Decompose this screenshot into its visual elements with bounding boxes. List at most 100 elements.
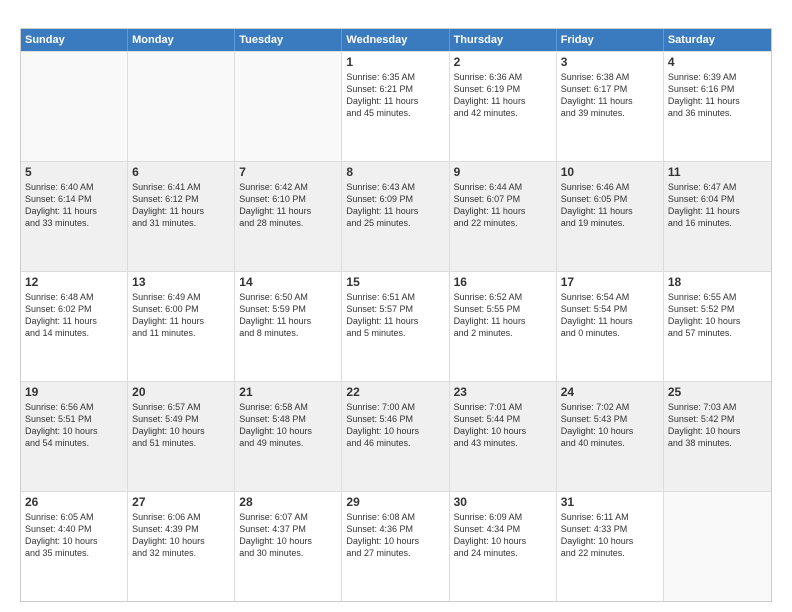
- cell-text: Sunrise: 6:44 AM Sunset: 6:07 PM Dayligh…: [454, 181, 552, 230]
- cell-text: Sunrise: 7:03 AM Sunset: 5:42 PM Dayligh…: [668, 401, 767, 450]
- weekday-header: Friday: [557, 29, 664, 51]
- calendar-cell: 30 Sunrise: 6:09 AM Sunset: 4:34 PM Dayli…: [450, 492, 557, 601]
- weekday-header: Tuesday: [235, 29, 342, 51]
- day-number: 11: [668, 165, 767, 179]
- calendar-cell: [664, 492, 771, 601]
- day-number: 15: [346, 275, 444, 289]
- day-number: 21: [239, 385, 337, 399]
- calendar-cell: 19 Sunrise: 6:56 AM Sunset: 5:51 PM Dayli…: [21, 382, 128, 491]
- calendar-cell: 28 Sunrise: 6:07 AM Sunset: 4:37 PM Dayli…: [235, 492, 342, 601]
- cell-text: Sunrise: 6:43 AM Sunset: 6:09 PM Dayligh…: [346, 181, 444, 230]
- cell-text: Sunrise: 6:48 AM Sunset: 6:02 PM Dayligh…: [25, 291, 123, 340]
- calendar-cell: 18Sunrise: 6:55 AM Sunset: 5:52 PM Dayli…: [664, 272, 771, 381]
- cell-text: Sunrise: 6:39 AM Sunset: 6:16 PM Dayligh…: [668, 71, 767, 120]
- calendar-cell: 3Sunrise: 6:38 AM Sunset: 6:17 PM Daylig…: [557, 52, 664, 161]
- day-number: 30: [454, 495, 552, 509]
- cell-text: Sunrise: 6:35 AM Sunset: 6:21 PM Dayligh…: [346, 71, 444, 120]
- cell-text: Sunrise: 6:40 AM Sunset: 6:14 PM Dayligh…: [25, 181, 123, 230]
- calendar-cell: 24 Sunrise: 7:02 AM Sunset: 5:43 PM Dayli…: [557, 382, 664, 491]
- calendar-cell: 6Sunrise: 6:41 AM Sunset: 6:12 PM Daylig…: [128, 162, 235, 271]
- cell-text: Sunrise: 7:02 AM Sunset: 5:43 PM Dayligh…: [561, 401, 659, 450]
- calendar-cell: 16 Sunrise: 6:52 AM Sunset: 5:55 PM Dayli…: [450, 272, 557, 381]
- day-number: 22: [346, 385, 444, 399]
- cell-text: Sunrise: 6:42 AM Sunset: 6:10 PM Dayligh…: [239, 181, 337, 230]
- cell-text: Sunrise: 6:36 AM Sunset: 6:19 PM Dayligh…: [454, 71, 552, 120]
- cell-text: Sunrise: 6:55 AM Sunset: 5:52 PM Dayligh…: [668, 291, 767, 340]
- day-number: 7: [239, 165, 337, 179]
- weekday-header: Sunday: [21, 29, 128, 51]
- day-number: 10: [561, 165, 659, 179]
- cell-text: Sunrise: 6:58 AM Sunset: 5:48 PM Dayligh…: [239, 401, 337, 450]
- calendar-row: 12Sunrise: 6:48 AM Sunset: 6:02 PM Dayli…: [21, 271, 771, 381]
- calendar-cell: 23 Sunrise: 7:01 AM Sunset: 5:44 PM Dayli…: [450, 382, 557, 491]
- day-number: 1: [346, 55, 444, 69]
- calendar-cell: 17 Sunrise: 6:54 AM Sunset: 5:54 PM Dayli…: [557, 272, 664, 381]
- cell-text: Sunrise: 6:52 AM Sunset: 5:55 PM Dayligh…: [454, 291, 552, 340]
- page: SundayMondayTuesdayWednesdayThursdayFrid…: [0, 0, 792, 612]
- calendar-cell: [21, 52, 128, 161]
- day-number: 20: [132, 385, 230, 399]
- cell-text: Sunrise: 6:06 AM Sunset: 4:39 PM Dayligh…: [132, 511, 230, 560]
- calendar-cell: 2 Sunrise: 6:36 AM Sunset: 6:19 PM Daylig…: [450, 52, 557, 161]
- day-number: 3: [561, 55, 659, 69]
- calendar-cell: [128, 52, 235, 161]
- calendar-row: 19 Sunrise: 6:56 AM Sunset: 5:51 PM Dayli…: [21, 381, 771, 491]
- calendar-cell: 7 Sunrise: 6:42 AM Sunset: 6:10 PM Daylig…: [235, 162, 342, 271]
- cell-text: Sunrise: 6:07 AM Sunset: 4:37 PM Dayligh…: [239, 511, 337, 560]
- calendar-cell: 9 Sunrise: 6:44 AM Sunset: 6:07 PM Daylig…: [450, 162, 557, 271]
- cell-text: Sunrise: 7:00 AM Sunset: 5:46 PM Dayligh…: [346, 401, 444, 450]
- calendar-cell: 10Sunrise: 6:46 AM Sunset: 6:05 PM Dayli…: [557, 162, 664, 271]
- day-number: 28: [239, 495, 337, 509]
- calendar-cell: 4 Sunrise: 6:39 AM Sunset: 6:16 PM Daylig…: [664, 52, 771, 161]
- weekday-header: Saturday: [664, 29, 771, 51]
- cell-text: Sunrise: 6:49 AM Sunset: 6:00 PM Dayligh…: [132, 291, 230, 340]
- weekday-header: Monday: [128, 29, 235, 51]
- day-number: 14: [239, 275, 337, 289]
- cell-text: Sunrise: 6:54 AM Sunset: 5:54 PM Dayligh…: [561, 291, 659, 340]
- calendar-cell: 20 Sunrise: 6:57 AM Sunset: 5:49 PM Dayli…: [128, 382, 235, 491]
- calendar-cell: 29Sunrise: 6:08 AM Sunset: 4:36 PM Dayli…: [342, 492, 449, 601]
- calendar-cell: 26 Sunrise: 6:05 AM Sunset: 4:40 PM Dayli…: [21, 492, 128, 601]
- calendar-cell: 1 Sunrise: 6:35 AM Sunset: 6:21 PM Daylig…: [342, 52, 449, 161]
- cell-text: Sunrise: 6:09 AM Sunset: 4:34 PM Dayligh…: [454, 511, 552, 560]
- day-number: 16: [454, 275, 552, 289]
- day-number: 9: [454, 165, 552, 179]
- calendar-row: 1 Sunrise: 6:35 AM Sunset: 6:21 PM Daylig…: [21, 51, 771, 161]
- day-number: 8: [346, 165, 444, 179]
- day-number: 25: [668, 385, 767, 399]
- day-number: 23: [454, 385, 552, 399]
- cell-text: Sunrise: 6:47 AM Sunset: 6:04 PM Dayligh…: [668, 181, 767, 230]
- calendar-cell: [235, 52, 342, 161]
- cell-text: Sunrise: 6:08 AM Sunset: 4:36 PM Dayligh…: [346, 511, 444, 560]
- cell-text: Sunrise: 6:05 AM Sunset: 4:40 PM Dayligh…: [25, 511, 123, 560]
- calendar-cell: 25 Sunrise: 7:03 AM Sunset: 5:42 PM Dayli…: [664, 382, 771, 491]
- cell-text: Sunrise: 6:57 AM Sunset: 5:49 PM Dayligh…: [132, 401, 230, 450]
- day-number: 4: [668, 55, 767, 69]
- calendar: SundayMondayTuesdayWednesdayThursdayFrid…: [20, 28, 772, 602]
- day-number: 19: [25, 385, 123, 399]
- day-number: 2: [454, 55, 552, 69]
- calendar-cell: 12Sunrise: 6:48 AM Sunset: 6:02 PM Dayli…: [21, 272, 128, 381]
- calendar-cell: 5 Sunrise: 6:40 AM Sunset: 6:14 PM Daylig…: [21, 162, 128, 271]
- calendar-row: 5 Sunrise: 6:40 AM Sunset: 6:14 PM Daylig…: [21, 161, 771, 271]
- calendar-header: SundayMondayTuesdayWednesdayThursdayFrid…: [21, 29, 771, 51]
- weekday-header: Thursday: [450, 29, 557, 51]
- calendar-cell: 14Sunrise: 6:50 AM Sunset: 5:59 PM Dayli…: [235, 272, 342, 381]
- weekday-header: Wednesday: [342, 29, 449, 51]
- calendar-cell: 21 Sunrise: 6:58 AM Sunset: 5:48 PM Dayli…: [235, 382, 342, 491]
- cell-text: Sunrise: 6:51 AM Sunset: 5:57 PM Dayligh…: [346, 291, 444, 340]
- calendar-cell: 22 Sunrise: 7:00 AM Sunset: 5:46 PM Dayli…: [342, 382, 449, 491]
- day-number: 5: [25, 165, 123, 179]
- cell-text: Sunrise: 7:01 AM Sunset: 5:44 PM Dayligh…: [454, 401, 552, 450]
- day-number: 17: [561, 275, 659, 289]
- calendar-cell: 31Sunrise: 6:11 AM Sunset: 4:33 PM Dayli…: [557, 492, 664, 601]
- calendar-row: 26 Sunrise: 6:05 AM Sunset: 4:40 PM Dayli…: [21, 491, 771, 601]
- day-number: 26: [25, 495, 123, 509]
- calendar-cell: 27Sunrise: 6:06 AM Sunset: 4:39 PM Dayli…: [128, 492, 235, 601]
- cell-text: Sunrise: 6:56 AM Sunset: 5:51 PM Dayligh…: [25, 401, 123, 450]
- calendar-cell: 15 Sunrise: 6:51 AM Sunset: 5:57 PM Dayli…: [342, 272, 449, 381]
- calendar-cell: 11 Sunrise: 6:47 AM Sunset: 6:04 PM Dayli…: [664, 162, 771, 271]
- cell-text: Sunrise: 6:11 AM Sunset: 4:33 PM Dayligh…: [561, 511, 659, 560]
- calendar-body: 1 Sunrise: 6:35 AM Sunset: 6:21 PM Daylig…: [21, 51, 771, 601]
- day-number: 24: [561, 385, 659, 399]
